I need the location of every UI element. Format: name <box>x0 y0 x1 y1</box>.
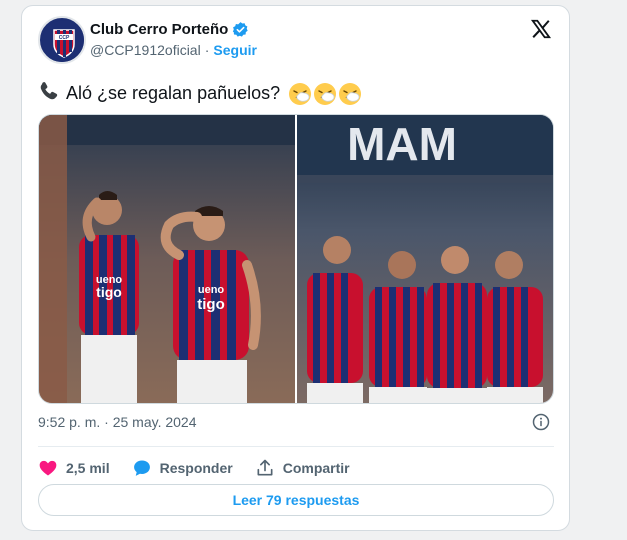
reply-label: Responder <box>159 460 233 476</box>
like-count: 2,5 mil <box>66 460 110 476</box>
tweet-header: CCP Club Cerro Porteño @CCP1912oficial ·… <box>38 16 558 64</box>
tweet-timestamp[interactable]: 9:52 p. m. · 25 may. 2024 <box>38 414 197 430</box>
read-replies-button[interactable]: Leer 79 respuestas <box>38 484 554 516</box>
photo-left[interactable]: ueno tigo ueno tigo <box>39 115 295 403</box>
tweet-media[interactable]: ueno tigo ueno tigo MAM <box>38 114 554 404</box>
verified-badge-icon <box>232 21 249 38</box>
tweet-text: Aló ¿se regalan pañuelos? <box>38 80 362 107</box>
info-icon[interactable] <box>532 413 550 431</box>
like-button[interactable]: 2,5 mil <box>38 454 110 482</box>
avatar[interactable]: CCP <box>38 16 86 64</box>
sneezing-face-emoji <box>339 82 362 105</box>
players-celebration-photo: MAM <box>297 115 553 403</box>
action-bar: 2,5 mil Responder Compartir <box>38 454 372 482</box>
share-icon <box>257 459 273 476</box>
divider <box>38 446 554 447</box>
sneezing-face-emoji <box>314 82 337 105</box>
heart-icon <box>39 460 57 476</box>
jersey-sponsor-text: tigo <box>197 296 225 313</box>
photo-right[interactable]: MAM <box>297 115 553 403</box>
jersey-sponsor-text: tigo <box>96 284 122 300</box>
author-handle[interactable]: @CCP1912oficial <box>90 42 201 58</box>
tweet-message: Aló ¿se regalan pañuelos? <box>66 83 281 103</box>
club-crest-icon: CCP <box>42 20 84 62</box>
reply-bubble-icon <box>133 460 150 476</box>
svg-text:CCP: CCP <box>59 35 70 41</box>
follow-button[interactable]: Seguir <box>213 42 257 58</box>
share-button[interactable]: Compartir <box>255 454 350 482</box>
stadium-banner-text: MAM <box>347 118 457 170</box>
author-name[interactable]: Club Cerro Porteño <box>90 21 228 38</box>
players-phone-gesture-photo: ueno tigo ueno tigo <box>39 115 295 403</box>
separator-dot: · <box>204 42 210 58</box>
share-label: Compartir <box>282 460 350 476</box>
sneezing-face-emoji <box>289 82 312 105</box>
emoji-group <box>288 82 362 106</box>
jersey-sponsor-text: ueno <box>198 284 225 296</box>
reply-button[interactable]: Responder <box>132 454 233 482</box>
author-block: Club Cerro Porteño @CCP1912oficial · Seg… <box>90 21 257 58</box>
phone-icon <box>38 80 60 107</box>
x-logo-icon[interactable] <box>530 18 552 40</box>
tweet-embed-card: CCP Club Cerro Porteño @CCP1912oficial ·… <box>21 5 570 531</box>
